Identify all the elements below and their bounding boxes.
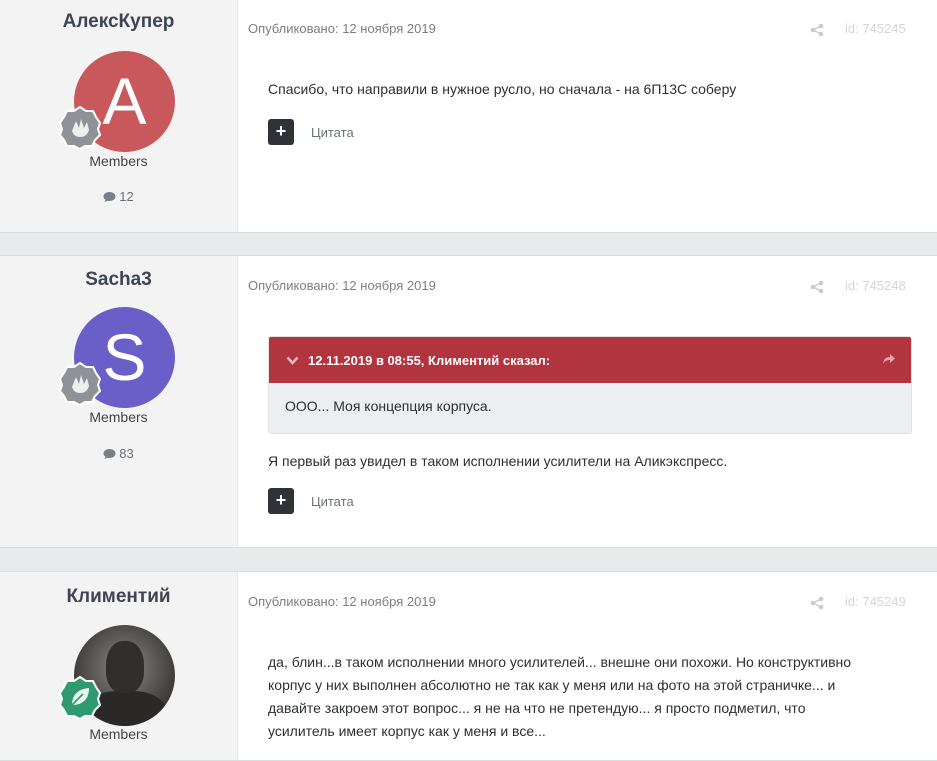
post-content: Опубликовано: 12 ноября 2019 id: 745245 … xyxy=(238,0,937,232)
share-icon[interactable] xyxy=(810,23,824,37)
quote-button[interactable]: + Цитата xyxy=(268,488,354,514)
hand-badge-icon xyxy=(58,361,102,405)
share-icon[interactable] xyxy=(810,280,824,294)
post-count: 83 xyxy=(0,446,237,461)
quote-header[interactable]: 12.11.2019 в 08:55, Климентий сказал: xyxy=(269,337,911,383)
post-body-line: корпус у них выполнен абсолютно не так к… xyxy=(268,677,836,693)
chevron-down-icon[interactable] xyxy=(286,356,299,365)
plus-icon[interactable]: + xyxy=(268,488,294,514)
published-date[interactable]: Опубликовано: 12 ноября 2019 xyxy=(248,21,436,36)
forward-icon[interactable] xyxy=(882,353,896,365)
member-group: Members xyxy=(89,726,148,742)
post: Климентий Members Опубликовано: 12 ноябр… xyxy=(0,571,937,761)
post-content: Опубликовано: 12 ноября 2019 id: 745249 … xyxy=(238,572,937,760)
author-panel: Sacha3 S Members 83 xyxy=(0,256,238,547)
post-body-line: давайте закроем этот вопрос... я не на ч… xyxy=(268,700,806,716)
post-body: да, блин...в таком исполнении много усил… xyxy=(268,651,851,743)
post-id: id: 745245 xyxy=(845,21,906,36)
post-body: Спасибо, что направили в нужное русло, н… xyxy=(268,81,737,97)
member-group: Members xyxy=(89,409,148,425)
post-body-line: усилитель имеет корпус как у меня и все.… xyxy=(268,723,546,739)
quote-header-text[interactable]: 12.11.2019 в 08:55, Климентий сказал: xyxy=(308,353,550,368)
quote-button[interactable]: + Цитата xyxy=(268,119,354,145)
plus-icon[interactable]: + xyxy=(268,119,294,145)
author-name[interactable]: АлексКупер xyxy=(0,11,237,33)
post-id: id: 745248 xyxy=(845,278,906,293)
author-panel: АлексКупер A Members 12 xyxy=(0,0,238,232)
author-panel: Климентий Members xyxy=(0,572,238,760)
published-date[interactable]: Опубликовано: 12 ноября 2019 xyxy=(248,278,436,293)
quote-text: ООО... Моя концепция корпуса. xyxy=(285,398,492,414)
quote-block: 12.11.2019 в 08:55, Климентий сказал: ОО… xyxy=(268,336,912,434)
hand-badge-icon xyxy=(58,105,102,149)
post: АлексКупер A Members 12 Опубликовано: 12… xyxy=(0,0,937,233)
post-body: Я первый раз увидел в таком исполнении у… xyxy=(268,453,728,469)
author-name[interactable]: Климентий xyxy=(0,586,237,608)
post-count-value: 12 xyxy=(119,189,134,204)
post: Sacha3 S Members 83 Опубликовано: 12 ноя… xyxy=(0,255,937,548)
post-count: 12 xyxy=(0,189,237,204)
post-body-line: да, блин...в таком исполнении много усил… xyxy=(268,654,852,670)
member-group: Members xyxy=(89,153,148,169)
quote-label[interactable]: Цитата xyxy=(311,494,354,509)
comment-icon xyxy=(103,192,116,202)
post-count-value: 83 xyxy=(119,446,134,461)
share-icon[interactable] xyxy=(810,596,824,610)
post-id: id: 745249 xyxy=(845,594,906,609)
author-name[interactable]: Sacha3 xyxy=(0,269,237,291)
quote-label[interactable]: Цитата xyxy=(311,125,354,140)
comment-icon xyxy=(103,449,116,459)
leaf-badge-icon xyxy=(58,675,102,719)
published-date[interactable]: Опубликовано: 12 ноября 2019 xyxy=(248,594,436,609)
avatar-photo-face xyxy=(106,641,144,693)
post-content: Опубликовано: 12 ноября 2019 id: 745248 … xyxy=(238,256,937,547)
